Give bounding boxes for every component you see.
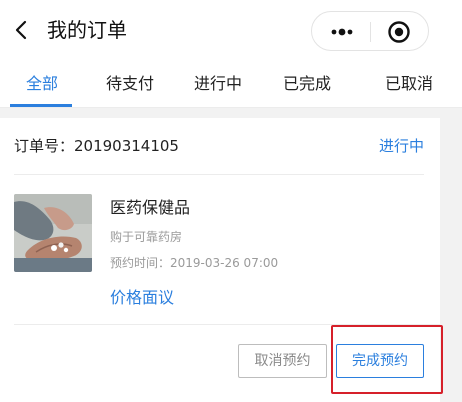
navigation-bar: 我的订单 <box>0 0 462 60</box>
product-image[interactable] <box>14 194 92 272</box>
more-dots-icon[interactable] <box>326 22 358 42</box>
price-negotiable-link[interactable]: 价格面议 <box>110 286 174 310</box>
page-title: 我的订单 <box>47 18 127 42</box>
divider <box>14 174 424 175</box>
tab-in-progress[interactable]: 进行中 <box>178 72 258 96</box>
cancel-appointment-button[interactable]: 取消预约 <box>238 344 327 378</box>
mini-program-capsule <box>311 11 429 51</box>
capsule-divider <box>370 22 371 42</box>
order-number: 订单号：20190314105 <box>14 137 179 155</box>
active-tab-indicator <box>10 104 72 107</box>
product-name: 医药保健品 <box>110 198 191 217</box>
tab-completed[interactable]: 已完成 <box>267 72 347 96</box>
order-status: 进行中 <box>378 137 424 155</box>
tab-cancelled[interactable]: 已取消 <box>369 72 449 96</box>
order-tabs: 全部 待支付 进行中 已完成 已取消 <box>0 60 462 108</box>
target-icon[interactable] <box>387 20 411 44</box>
pharmacy-info: 购于可靠药房 <box>110 230 183 244</box>
appointment-time: 预约时间：2019-03-26 07:00 <box>110 256 279 270</box>
highlight-box <box>331 325 443 394</box>
tab-pending-payment[interactable]: 待支付 <box>90 72 170 96</box>
tab-all[interactable]: 全部 <box>2 72 82 96</box>
chevron-left-icon[interactable] <box>10 19 32 41</box>
